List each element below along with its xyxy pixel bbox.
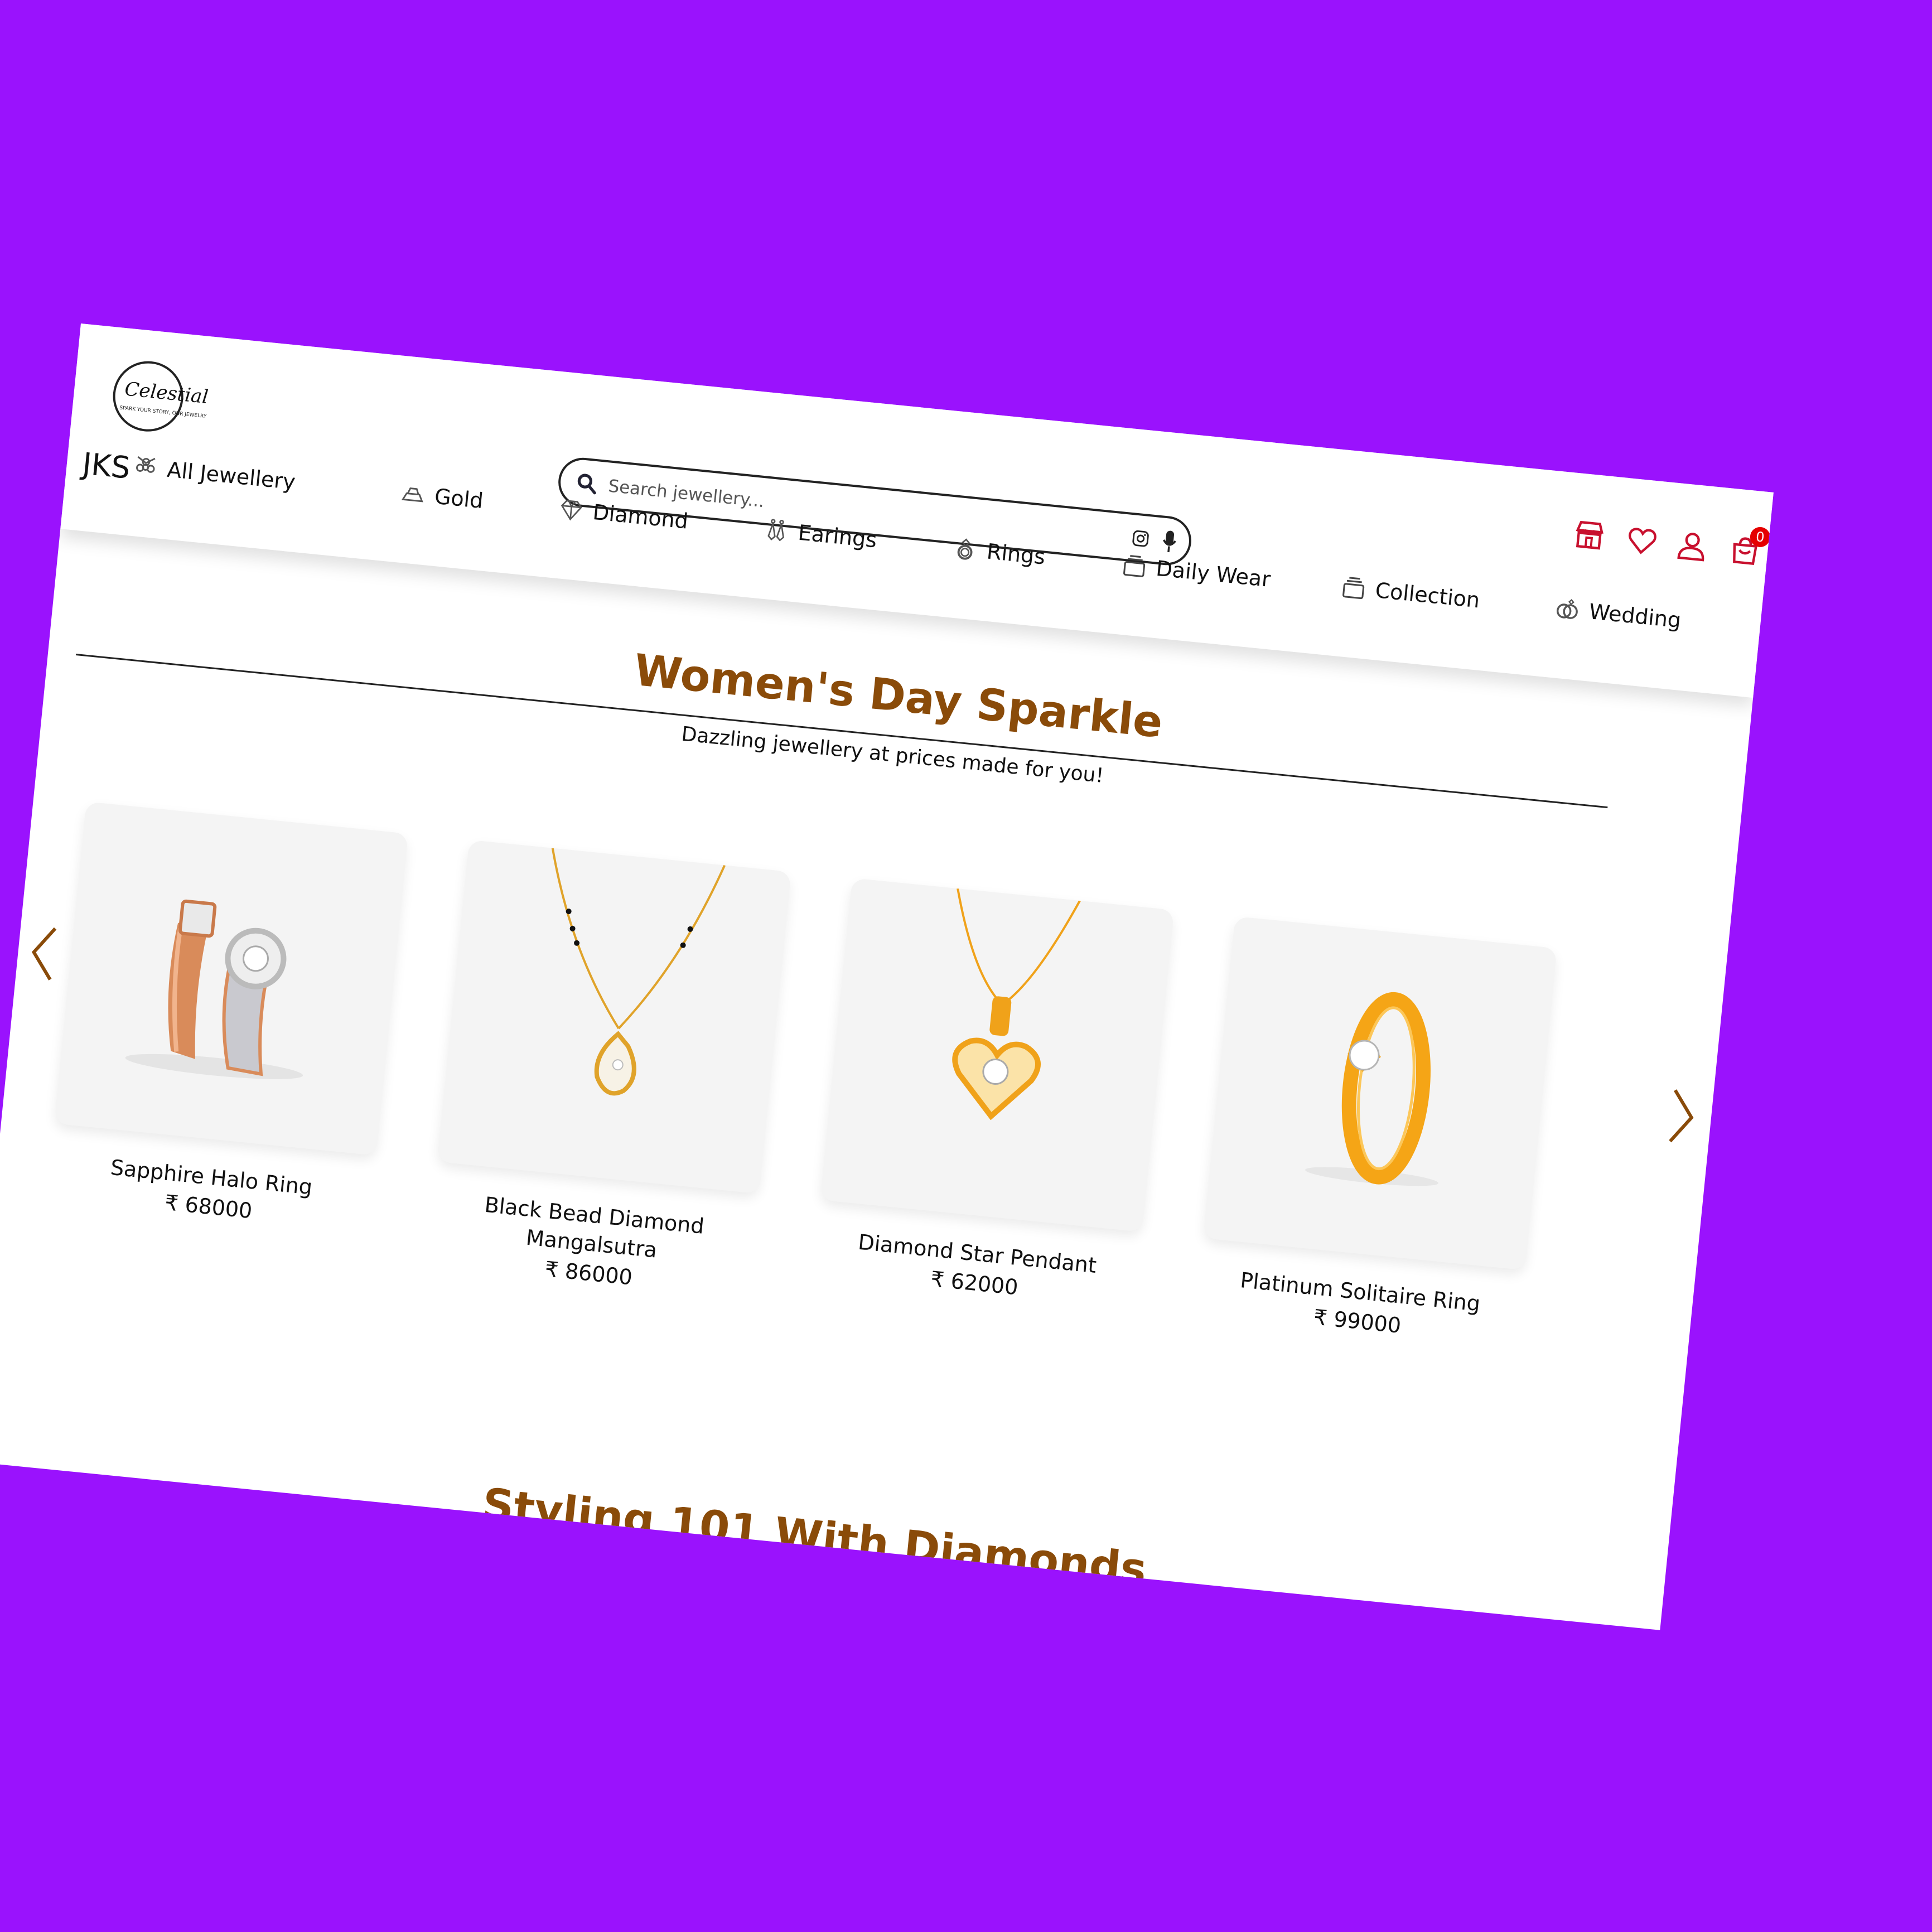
- heart-pendant-image: [952, 888, 1081, 1120]
- gold-bar-icon: [401, 487, 423, 503]
- carousel-next-arrow[interactable]: [1667, 1088, 1698, 1146]
- logo-tagline: SPARK YOUR STORY, OUR JEWELRY: [119, 405, 207, 420]
- section-title: Styling 101 With Diamonds: [480, 1479, 1149, 1596]
- product-card-image[interactable]: [437, 839, 791, 1194]
- layers-icon: [1342, 577, 1365, 600]
- cart-button[interactable]: 0: [1727, 526, 1771, 568]
- earring-icon: [767, 519, 784, 542]
- logo-text: Celestial: [123, 378, 210, 409]
- diamond-icon: [561, 500, 582, 521]
- nav-label: Collection: [1374, 577, 1481, 613]
- rose-gold-ring-image: [125, 899, 303, 1079]
- camera-search-icon[interactable]: [1130, 528, 1151, 549]
- nav-all-jewellery[interactable]: All Jewellery: [132, 453, 297, 495]
- heart-icon[interactable]: [1624, 523, 1659, 558]
- mangalsutra-necklace-image: [551, 848, 726, 1096]
- nav-label: Daily Wear: [1155, 556, 1272, 592]
- nav-gold[interactable]: Gold: [399, 480, 485, 514]
- store-icon[interactable]: [1572, 518, 1607, 553]
- product-card-image[interactable]: [1203, 916, 1557, 1271]
- nav-label: Rings: [986, 539, 1047, 569]
- nav-label: Wedding: [1587, 599, 1683, 633]
- nav-daily-wear[interactable]: Daily Wear: [1120, 552, 1272, 592]
- flower-icon: [136, 456, 156, 473]
- nav-label: All Jewellery: [166, 457, 297, 495]
- browser-page: Celestial SPARK YOUR STORY, OUR JEWELRY …: [0, 323, 1774, 1630]
- layers-icon: [1123, 555, 1146, 577]
- user-icon[interactable]: [1674, 528, 1709, 563]
- site-logo[interactable]: Celestial SPARK YOUR STORY, OUR JEWELRY: [109, 358, 209, 435]
- solitaire-ring-image: [1305, 992, 1438, 1186]
- nav-wedding[interactable]: Wedding: [1553, 595, 1682, 633]
- ring-icon: [957, 538, 973, 560]
- product-card-image[interactable]: [54, 801, 409, 1156]
- brand-name[interactable]: JKS: [81, 446, 132, 486]
- wedding-rings-icon: [1556, 599, 1578, 619]
- microphone-icon[interactable]: [1160, 529, 1179, 554]
- carousel-prev-arrow[interactable]: [28, 924, 59, 982]
- search-icon[interactable]: [574, 471, 600, 496]
- nav-collection[interactable]: Collection: [1340, 574, 1481, 614]
- nav-label: Gold: [433, 484, 485, 514]
- product-card-image[interactable]: [820, 878, 1175, 1233]
